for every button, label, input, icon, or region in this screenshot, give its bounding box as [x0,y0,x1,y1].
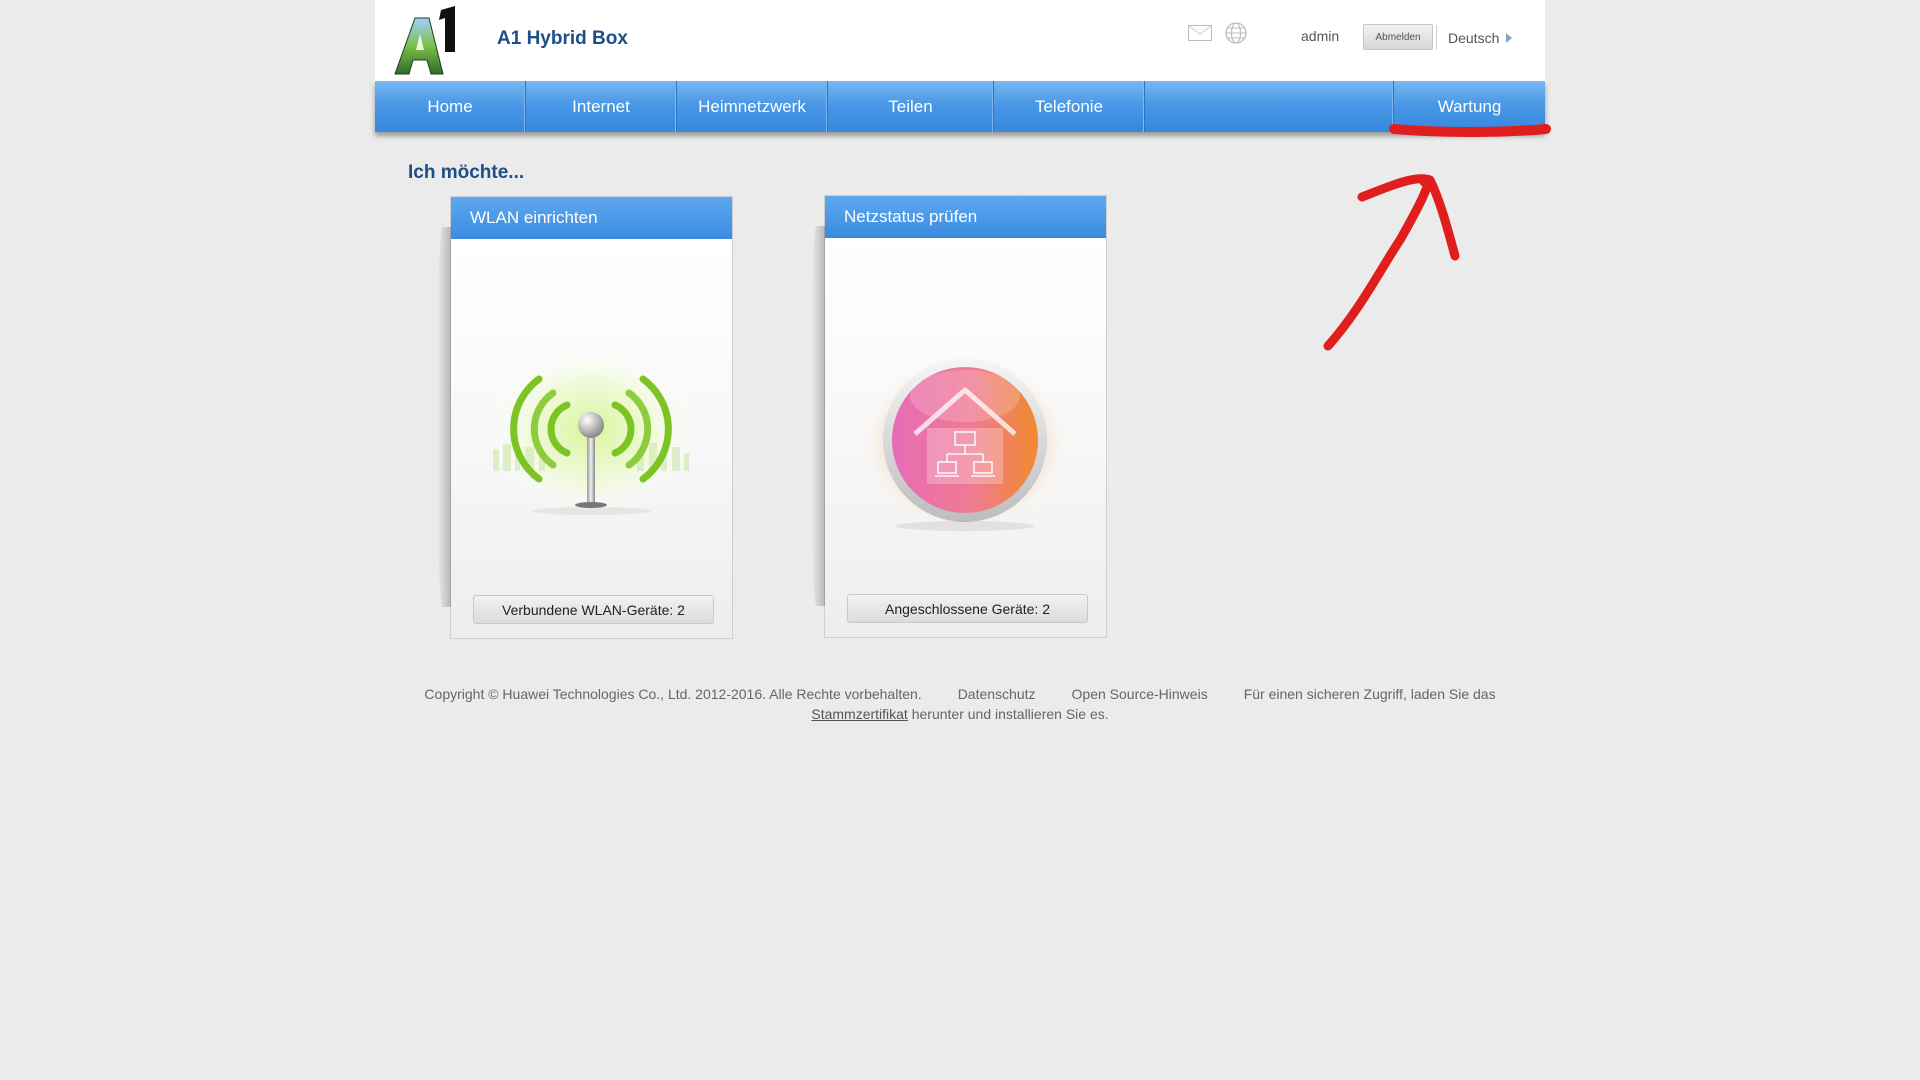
card-netstatus[interactable]: Netzstatus prüfen Angeschlossene Geräte:… [811,195,1107,638]
root-certificate-link[interactable]: Stammzertifikat [811,706,907,722]
wlan-devices-badge[interactable]: Verbundene WLAN-Geräte: 2 [473,595,714,624]
language-selector[interactable]: Deutsch [1448,30,1513,46]
wifi-antenna-icon[interactable] [481,349,701,539]
nav-spacer [1145,81,1394,132]
nav-telefonie[interactable]: Telefonie [994,81,1145,132]
globe-icon[interactable] [1223,21,1249,45]
home-network-icon[interactable] [855,348,1075,538]
card-wlan[interactable]: WLAN einrichten Verbundene WLAN-Geräte: … [437,196,733,639]
main-nav: Home Internet Heimnetzwerk Teilen Telefo… [375,81,1545,132]
page: A1 Hybrid Box admin Abmelden Deutsch Hom… [375,0,1545,722]
cert-text-before: Für einen sicheren Zugriff, laden Sie da… [1243,686,1496,702]
product-title: A1 Hybrid Box [497,28,628,49]
nav-teilen[interactable]: Teilen [828,81,994,132]
header: A1 Hybrid Box admin Abmelden Deutsch [375,0,1545,81]
sms-icon[interactable] [1187,21,1213,45]
card-netstatus-title: Netzstatus prüfen [825,196,1106,238]
footer: Copyright © Huawei Technologies Co., Ltd… [375,684,1545,724]
header-separator [1436,25,1437,49]
card-wlan-body: Verbundene WLAN-Geräte: 2 [451,239,732,638]
connected-devices-badge[interactable]: Angeschlossene Geräte: 2 [847,594,1088,623]
nav-heimnetzwerk[interactable]: Heimnetzwerk [677,81,828,132]
nav-home[interactable]: Home [375,81,526,132]
copyright-text: Copyright © Huawei Technologies Co., Ltd… [424,686,922,702]
privacy-link[interactable]: Datenschutz [958,686,1036,702]
arrow-annotation [1323,174,1460,351]
a1-logo [394,6,455,75]
card-wlan-title: WLAN einrichten [451,197,732,239]
cert-text-after: herunter und installieren Sie es. [911,706,1109,722]
card-netstatus-body: Angeschlossene Geräte: 2 [825,238,1106,637]
nav-internet[interactable]: Internet [526,81,677,132]
nav-wartung[interactable]: Wartung [1394,81,1545,132]
section-title: Ich möchte... [408,162,525,183]
language-label: Deutsch [1448,30,1500,46]
chevron-right-icon [1506,33,1513,43]
username-label: admin [1301,28,1340,44]
open-source-link[interactable]: Open Source-Hinweis [1072,686,1208,702]
logout-button[interactable]: Abmelden [1363,24,1433,50]
header-icons [1187,21,1249,45]
